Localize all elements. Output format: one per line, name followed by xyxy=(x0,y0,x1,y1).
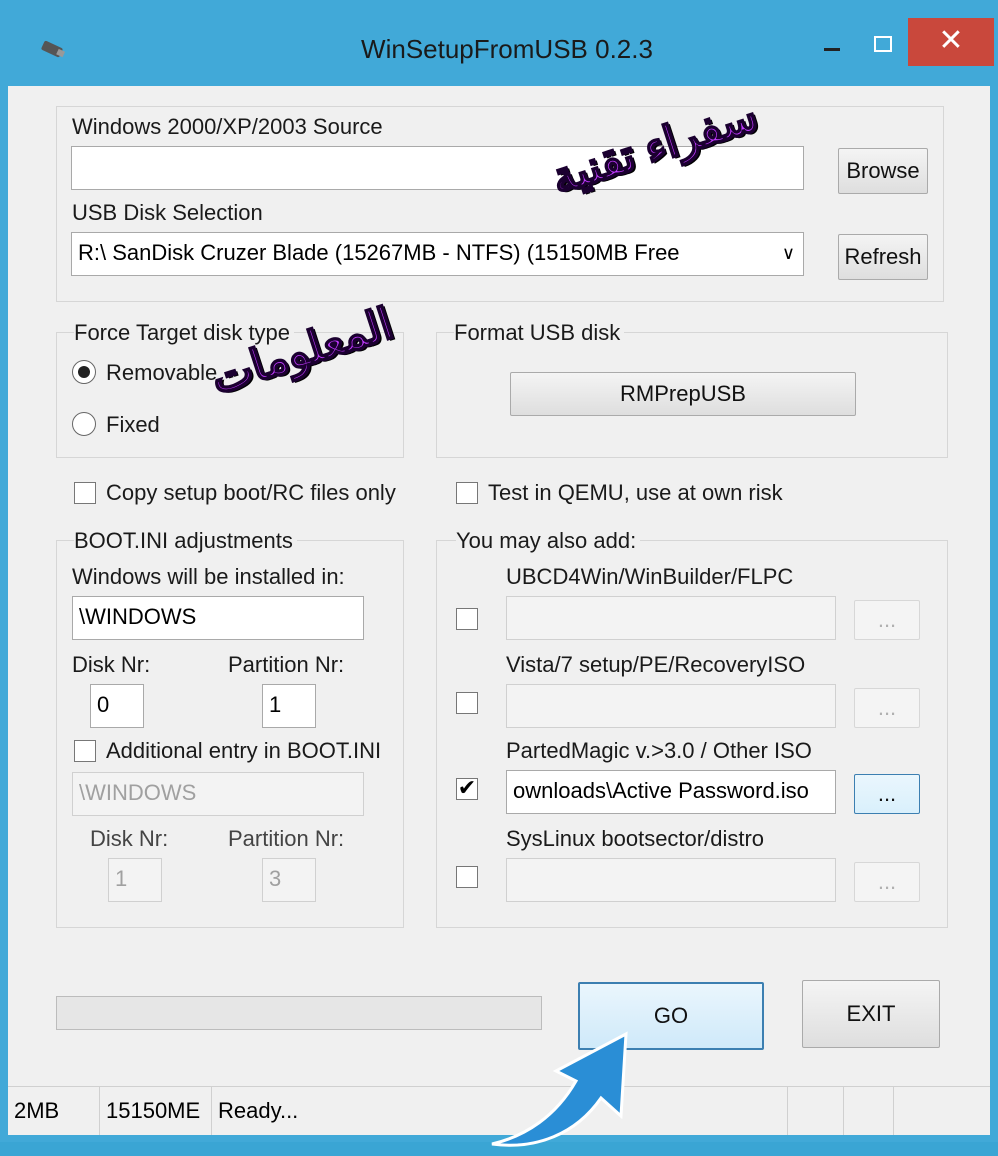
client-area: Windows 2000/XP/2003 Source Browse USB D… xyxy=(8,86,990,1147)
test-qemu-checkbox[interactable] xyxy=(456,482,478,504)
status-extra-1 xyxy=(788,1087,844,1135)
also-add-label: You may also add: xyxy=(456,528,641,554)
disk-nr-label: Disk Nr: xyxy=(72,652,151,677)
vista7-browse-button[interactable]: ... xyxy=(854,688,920,728)
ubcd4win-checkbox[interactable] xyxy=(456,608,478,630)
ubcd4win-browse-button[interactable]: ... xyxy=(854,600,920,640)
checkmark-icon: ✔ xyxy=(457,775,477,800)
minimize-icon[interactable] xyxy=(808,26,854,66)
copy-setup-boot-checkbox[interactable] xyxy=(74,482,96,504)
title-bar[interactable]: WinSetupFromUSB 0.2.3 ✕ xyxy=(8,8,998,94)
usb-disk-select[interactable]: R:\ SanDisk Cruzer Blade (15267MB - NTFS… xyxy=(71,232,804,276)
partedmagic-label: PartedMagic v.>3.0 / Other ISO xyxy=(506,738,812,763)
force-target-group xyxy=(56,332,404,458)
radio-removable[interactable] xyxy=(72,360,96,384)
disk-nr-input[interactable]: 0 xyxy=(90,684,144,728)
progress-bar xyxy=(56,996,542,1030)
usb-label: USB Disk Selection xyxy=(72,200,263,225)
vista7-checkbox[interactable] xyxy=(456,692,478,714)
fixed-label: Fixed xyxy=(106,412,160,437)
partedmagic-checkbox[interactable]: ✔ xyxy=(456,775,478,800)
source-label: Windows 2000/XP/2003 Source xyxy=(72,114,383,139)
format-usb-label: Format USB disk xyxy=(454,320,625,346)
additional-partition-nr-input[interactable]: 3 xyxy=(262,858,316,902)
ubcd4win-label: UBCD4Win/WinBuilder/FLPC xyxy=(506,564,794,589)
additional-partition-nr-label: Partition Nr: xyxy=(228,826,345,851)
install-location-label: Windows will be installed in: xyxy=(72,564,345,589)
additional-path-input[interactable]: \WINDOWS xyxy=(72,772,364,816)
dropdown-arrow-icon: ∨ xyxy=(781,243,795,263)
additional-disk-nr-input[interactable]: 1 xyxy=(108,858,162,902)
status-extra-2 xyxy=(844,1087,894,1135)
usb-disk-value: R:\ SanDisk Cruzer Blade (15267MB - NTFS… xyxy=(78,240,680,265)
partedmagic-path-input[interactable]: ownloads\Active Password.iso xyxy=(506,770,836,814)
vista7-label: Vista/7 setup/PE/RecoveryISO xyxy=(506,652,806,677)
vista7-path-input[interactable] xyxy=(506,684,836,728)
syslinux-path-input[interactable] xyxy=(506,858,836,902)
syslinux-label: SysLinux bootsector/distro xyxy=(506,826,765,851)
additional-entry-checkbox[interactable] xyxy=(74,740,96,762)
rmprepusb-button[interactable]: RMPrepUSB xyxy=(510,372,856,416)
force-target-label: Force Target disk type xyxy=(74,320,295,346)
browse-button[interactable]: Browse xyxy=(838,148,928,194)
additional-disk-nr-label: Disk Nr: xyxy=(90,826,169,851)
removable-label: Removable xyxy=(106,360,218,385)
radio-fixed[interactable] xyxy=(72,412,96,436)
status-free: 15150ME xyxy=(100,1087,212,1135)
partedmagic-browse-button[interactable]: ... xyxy=(854,774,920,814)
status-size: 2MB xyxy=(8,1087,100,1135)
close-icon[interactable]: ✕ xyxy=(908,18,994,66)
partition-nr-input[interactable]: 1 xyxy=(262,684,316,728)
ubcd4win-path-input[interactable] xyxy=(506,596,836,640)
exit-button[interactable]: EXIT xyxy=(802,980,940,1048)
syslinux-checkbox[interactable] xyxy=(456,866,478,888)
refresh-button[interactable]: Refresh xyxy=(838,234,928,280)
copy-setup-boot-label: Copy setup boot/RC files only xyxy=(106,480,396,505)
install-location-input[interactable]: \WINDOWS xyxy=(72,596,364,640)
syslinux-browse-button[interactable]: ... xyxy=(854,862,920,902)
pointer-arrow-icon xyxy=(491,1031,628,1147)
boot-ini-label: BOOT.INI adjustments xyxy=(74,528,297,554)
partition-nr-label: Partition Nr: xyxy=(228,652,345,677)
additional-entry-label: Additional entry in BOOT.INI xyxy=(106,738,382,763)
test-qemu-label: Test in QEMU, use at own risk xyxy=(488,480,783,505)
source-input[interactable] xyxy=(71,146,804,190)
maximize-icon[interactable] xyxy=(860,26,906,66)
